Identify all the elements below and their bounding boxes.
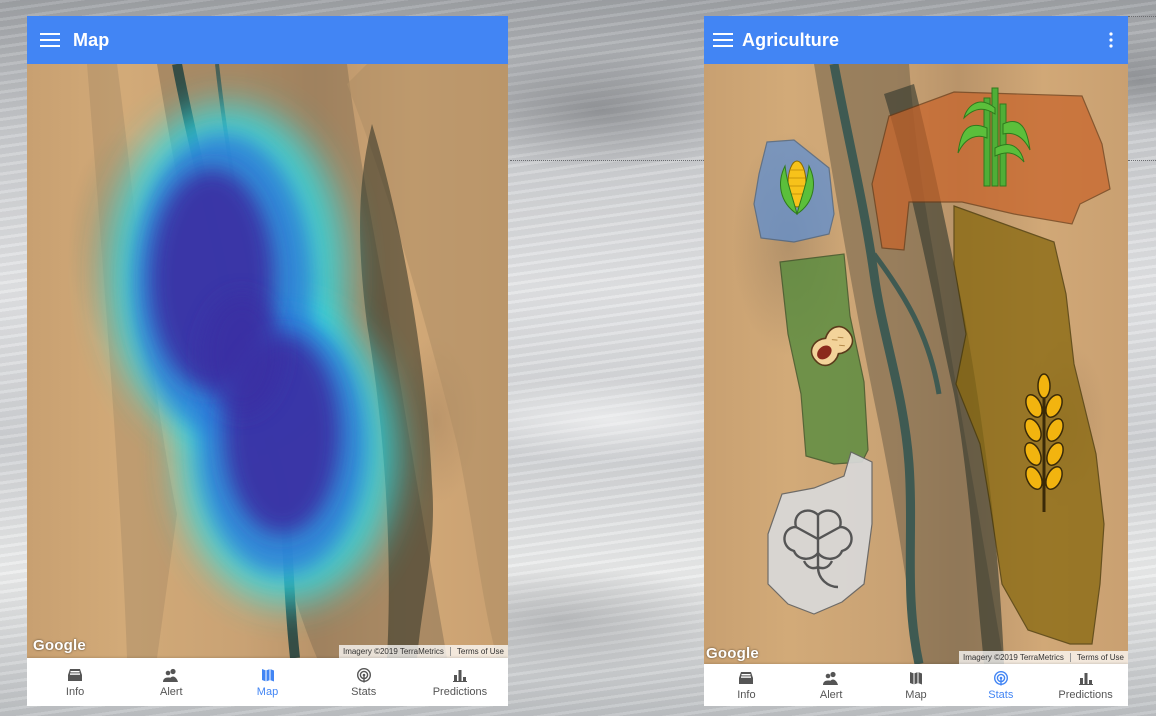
people-icon [163,668,179,682]
page-title: Map [73,29,110,50]
nav-label: Map [256,685,279,698]
bar-chart-icon [452,669,467,682]
map-icon [261,668,274,681]
nav-stats[interactable]: Stats [316,658,412,706]
nav-predictions[interactable]: Predictions [412,658,508,706]
dotted-guide-line [1128,160,1156,161]
right-phone-screen: Agriculture Google Imagery ©2019 TerraMe… [704,16,1128,706]
page-title: Agriculture [742,29,840,50]
dotted-guide-line [510,160,704,161]
more-vertical-icon [1109,32,1113,48]
app-bar: Map [27,16,508,64]
left-phone-screen: Map Google Imagery ©2019 TerraMetrics Te… [27,16,508,706]
nav-label: Stats [351,685,377,698]
map-view[interactable]: Google Imagery ©2019 TerraMetrics Terms … [704,64,1128,664]
dotted-guide-line [1128,16,1156,17]
nav-label: Info [737,688,756,701]
satellite-map [753,64,1111,664]
menu-button[interactable] [27,16,73,64]
imagery-credit: Imagery ©2019 TerraMetrics [962,653,1064,662]
nav-info[interactable]: Info [704,664,789,706]
map-attribution: Imagery ©2019 TerraMetrics Terms of Use [958,651,1128,664]
nav-map[interactable]: Map [874,664,959,706]
people-icon [823,671,839,685]
inbox-icon [68,668,83,681]
nav-map[interactable]: Map [219,658,315,706]
google-logo: Google [706,645,759,662]
map-icon [909,671,922,684]
inbox-icon [739,671,754,684]
map-attribution: Imagery ©2019 TerraMetrics Terms of Use [338,645,508,658]
nav-label: Alert [159,685,183,698]
nav-label: Info [65,685,85,698]
map-view[interactable]: Google Imagery ©2019 TerraMetrics Terms … [27,64,508,658]
nav-info[interactable]: Info [27,658,123,706]
google-logo: Google [33,637,86,654]
app-bar: Agriculture [704,16,1128,64]
satellite-map [87,64,508,658]
nav-label: Stats [988,688,1014,701]
nav-label: Predictions [1058,688,1113,701]
nav-predictions[interactable]: Predictions [1043,664,1128,706]
nav-alert[interactable]: Alert [123,658,219,706]
menu-button[interactable] [704,16,742,64]
nav-label: Map [905,688,927,701]
nav-label: Alert [819,688,843,701]
signal-icon [993,670,1008,685]
more-options-button[interactable] [1104,28,1118,52]
terms-link[interactable]: Terms of Use [449,647,504,656]
hamburger-menu-icon [40,33,60,47]
signal-icon [356,667,371,682]
nav-alert[interactable]: Alert [789,664,874,706]
nav-stats[interactable]: Stats [958,664,1043,706]
terms-link[interactable]: Terms of Use [1069,653,1124,662]
bottom-navigation: Info Alert Map Stats Predictions [27,658,508,706]
nav-label: Predictions [432,685,488,698]
imagery-credit: Imagery ©2019 TerraMetrics [342,647,444,656]
hamburger-menu-icon [713,33,733,47]
bottom-navigation: Info Alert Map Stats Predictions [704,664,1128,706]
bar-chart-icon [1078,672,1093,685]
